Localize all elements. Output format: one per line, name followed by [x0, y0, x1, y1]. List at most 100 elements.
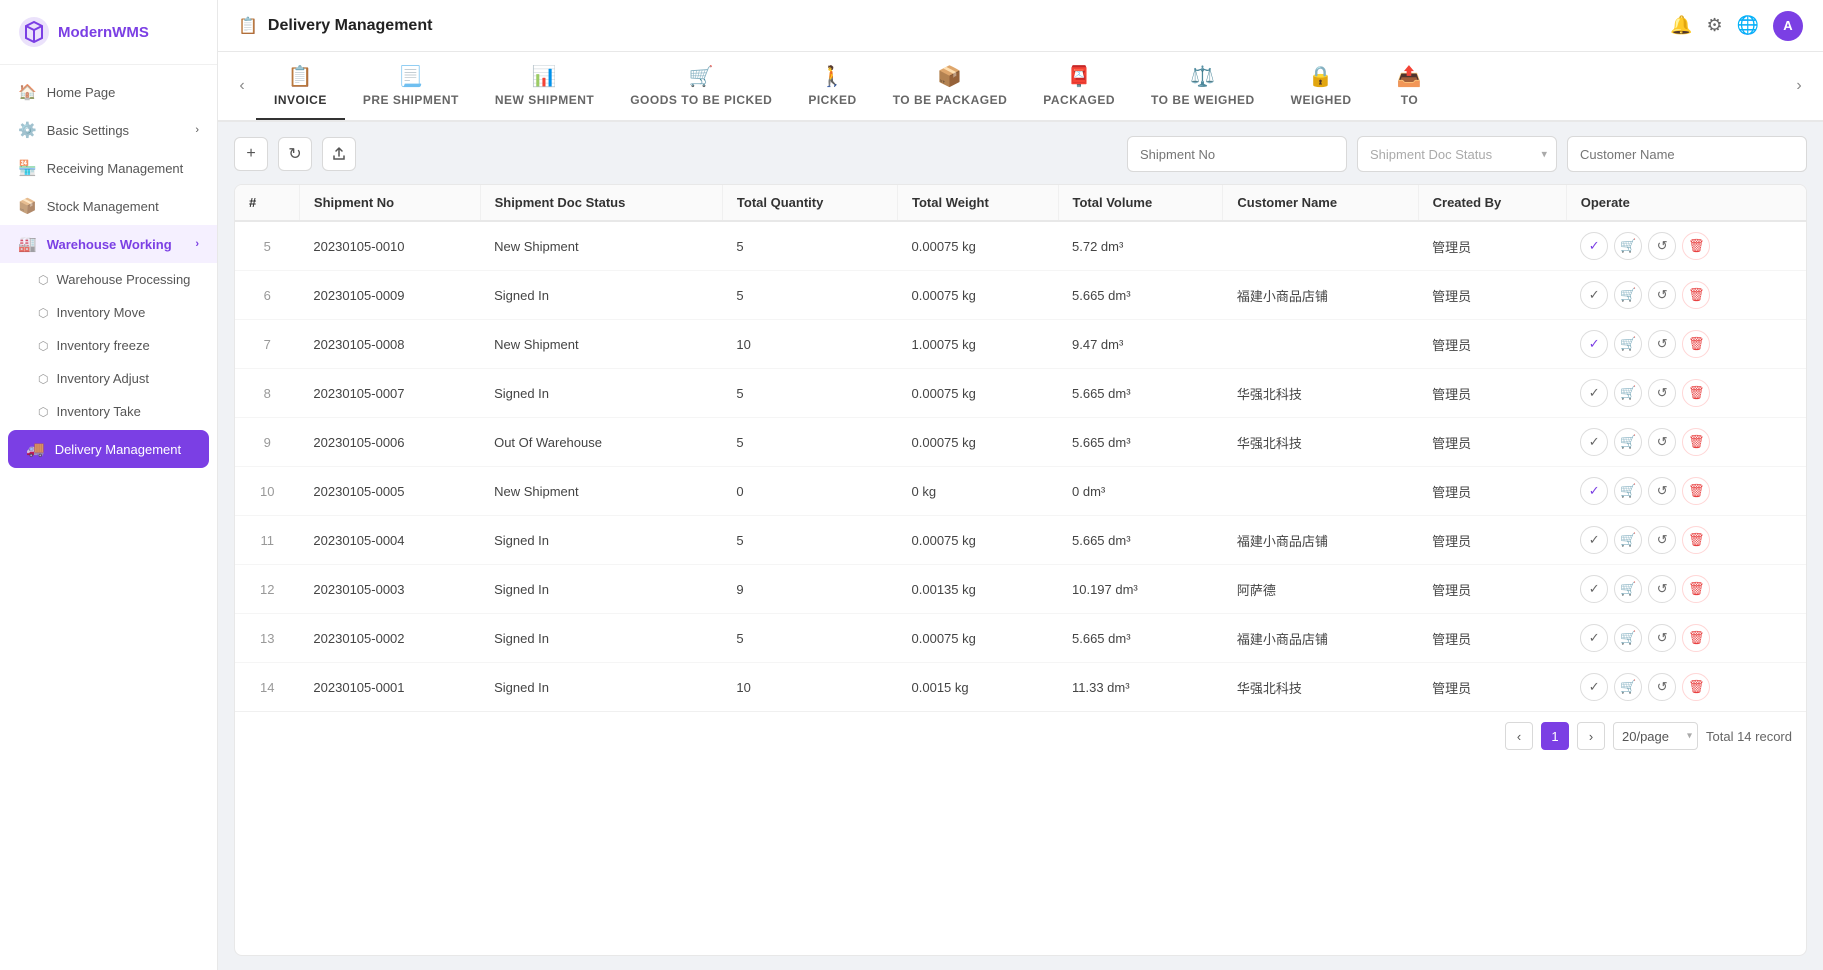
sidebar-item-receiving[interactable]: 🏪 Receiving Management: [0, 149, 217, 187]
col-shipment-no: Shipment No: [299, 185, 480, 221]
action-buttons: ✓ 🛒 ↺ 🗑: [1580, 526, 1792, 554]
github-icon[interactable]: ⚙: [1706, 15, 1722, 36]
undo-button[interactable]: ↺: [1648, 379, 1676, 407]
notification-icon[interactable]: 🔔: [1670, 15, 1692, 36]
detail-button[interactable]: ✓: [1580, 673, 1608, 701]
delete-button[interactable]: 🗑: [1682, 281, 1710, 309]
pick-button[interactable]: 🛒: [1614, 575, 1642, 603]
page-prev-button[interactable]: ‹: [1505, 722, 1533, 750]
undo-button[interactable]: ↺: [1648, 330, 1676, 358]
detail-button[interactable]: ✓: [1580, 624, 1608, 652]
tab-to-label: TO: [1401, 93, 1418, 107]
delete-button[interactable]: 🗑: [1682, 624, 1710, 652]
detail-button[interactable]: ✓: [1580, 428, 1608, 456]
detail-button[interactable]: ✓: [1580, 379, 1608, 407]
cell-customer-name: 华强北科技: [1223, 369, 1418, 418]
globe-icon[interactable]: 🌐: [1737, 15, 1759, 36]
tab-packaged[interactable]: 📮 PACKAGED: [1025, 52, 1133, 120]
sidebar-item-warehouse-working[interactable]: 🏭 Warehouse Working ›: [0, 225, 217, 263]
sidebar-item-basic-settings[interactable]: ⚙️ Basic Settings ›: [0, 111, 217, 149]
add-button[interactable]: +: [234, 137, 268, 171]
undo-button[interactable]: ↺: [1648, 526, 1676, 554]
pick-button[interactable]: 🛒: [1614, 624, 1642, 652]
doc-status-select[interactable]: Shipment Doc Status New Shipment Signed …: [1357, 136, 1557, 172]
tab-new-shipment[interactable]: 📊 NEW SHIPMENT: [477, 52, 612, 120]
cell-total-weight: 0.00075 kg: [898, 221, 1058, 271]
tab-weighed[interactable]: 🔒 WEIGHED: [1273, 52, 1370, 120]
delete-button[interactable]: 🗑: [1682, 673, 1710, 701]
pick-button[interactable]: 🛒: [1614, 477, 1642, 505]
cell-customer-name: [1223, 467, 1418, 516]
undo-button[interactable]: ↺: [1648, 428, 1676, 456]
export-button[interactable]: [322, 137, 356, 171]
cell-created-by: 管理员: [1418, 614, 1566, 663]
cell-shipment-no: 20230105-0003: [299, 565, 480, 614]
cell-doc-status: Signed In: [480, 271, 722, 320]
page-next-button[interactable]: ›: [1577, 722, 1605, 750]
refresh-button[interactable]: ↻: [278, 137, 312, 171]
sidebar-item-home[interactable]: 🏠 Home Page: [0, 73, 217, 111]
page-size-select[interactable]: 20/page 50/page 100/page: [1613, 722, 1698, 750]
cell-shipment-no: 20230105-0010: [299, 221, 480, 271]
cell-total-qty: 10: [722, 320, 897, 369]
tab-next-button[interactable]: ›: [1785, 52, 1813, 120]
topbar-icon: 📋: [238, 16, 258, 36]
tab-to-be-weighed[interactable]: ⚖️ TO BE WEIGHED: [1133, 52, 1273, 120]
undo-button[interactable]: ↺: [1648, 232, 1676, 260]
tab-to[interactable]: 📤 TO: [1370, 52, 1450, 120]
tab-goods-to-be-picked[interactable]: 🛒 GOODS TO BE PICKED: [612, 52, 790, 120]
sidebar-item-inventory-freeze[interactable]: ⬡ Inventory freeze: [0, 329, 217, 362]
sidebar-item-delivery[interactable]: 🚚 Delivery Management: [8, 430, 209, 468]
logo-icon: [18, 16, 50, 48]
undo-button[interactable]: ↺: [1648, 281, 1676, 309]
pick-button[interactable]: 🛒: [1614, 673, 1642, 701]
delete-button[interactable]: 🗑: [1682, 477, 1710, 505]
delete-button[interactable]: 🗑: [1682, 379, 1710, 407]
delete-button[interactable]: 🗑: [1682, 575, 1710, 603]
cell-operate: ✓ 🛒 ↺ 🗑: [1566, 418, 1806, 467]
pick-button[interactable]: 🛒: [1614, 526, 1642, 554]
cell-created-by: 管理员: [1418, 369, 1566, 418]
avatar[interactable]: A: [1773, 11, 1803, 41]
tab-pre-shipment[interactable]: 📃 PRE SHIPMENT: [345, 52, 477, 120]
sidebar-item-warehouse-processing[interactable]: ⬡ Warehouse Processing: [0, 263, 217, 296]
cell-operate: ✓ 🛒 ↺ 🗑: [1566, 369, 1806, 418]
pick-button[interactable]: 🛒: [1614, 232, 1642, 260]
sidebar-item-inventory-adjust[interactable]: ⬡ Inventory Adjust: [0, 362, 217, 395]
sidebar-item-stock[interactable]: 📦 Stock Management: [0, 187, 217, 225]
pick-button[interactable]: 🛒: [1614, 379, 1642, 407]
delete-button[interactable]: 🗑: [1682, 428, 1710, 456]
customer-name-input[interactable]: [1567, 136, 1807, 172]
delete-button[interactable]: 🗑: [1682, 526, 1710, 554]
delete-button[interactable]: 🗑: [1682, 232, 1710, 260]
undo-button[interactable]: ↺: [1648, 477, 1676, 505]
pick-button[interactable]: 🛒: [1614, 281, 1642, 309]
tab-invoice[interactable]: 📋 INVOICE: [256, 52, 345, 120]
cell-num: 14: [235, 663, 299, 712]
shipment-no-input[interactable]: [1127, 136, 1347, 172]
pick-button[interactable]: 🛒: [1614, 428, 1642, 456]
tab-picked[interactable]: 🚶 PICKED: [790, 52, 874, 120]
delete-button[interactable]: 🗑: [1682, 330, 1710, 358]
tab-to-be-packaged[interactable]: 📦 TO BE PACKAGED: [875, 52, 1026, 120]
detail-button[interactable]: ✓: [1580, 575, 1608, 603]
sidebar-item-inventory-take-label: Inventory Take: [56, 404, 140, 419]
sidebar-item-inventory-move[interactable]: ⬡ Inventory Move: [0, 296, 217, 329]
cell-created-by: 管理员: [1418, 271, 1566, 320]
undo-button[interactable]: ↺: [1648, 624, 1676, 652]
page-1-button[interactable]: 1: [1541, 722, 1569, 750]
detail-button[interactable]: ✓: [1580, 281, 1608, 309]
detail-button[interactable]: ✓: [1580, 526, 1608, 554]
undo-button[interactable]: ↺: [1648, 673, 1676, 701]
detail-button[interactable]: ✓: [1580, 232, 1608, 260]
detail-button[interactable]: ✓: [1580, 477, 1608, 505]
detail-button[interactable]: ✓: [1580, 330, 1608, 358]
pick-button[interactable]: 🛒: [1614, 330, 1642, 358]
doc-status-select-wrapper: Shipment Doc Status New Shipment Signed …: [1357, 136, 1557, 172]
cell-operate: ✓ 🛒 ↺ 🗑: [1566, 614, 1806, 663]
cell-total-volume: 11.33 dm³: [1058, 663, 1223, 712]
sidebar-item-inventory-take[interactable]: ⬡ Inventory Take: [0, 395, 217, 428]
to-be-packaged-tab-icon: 📦: [937, 64, 962, 89]
undo-button[interactable]: ↺: [1648, 575, 1676, 603]
tab-prev-button[interactable]: ‹: [228, 52, 256, 120]
